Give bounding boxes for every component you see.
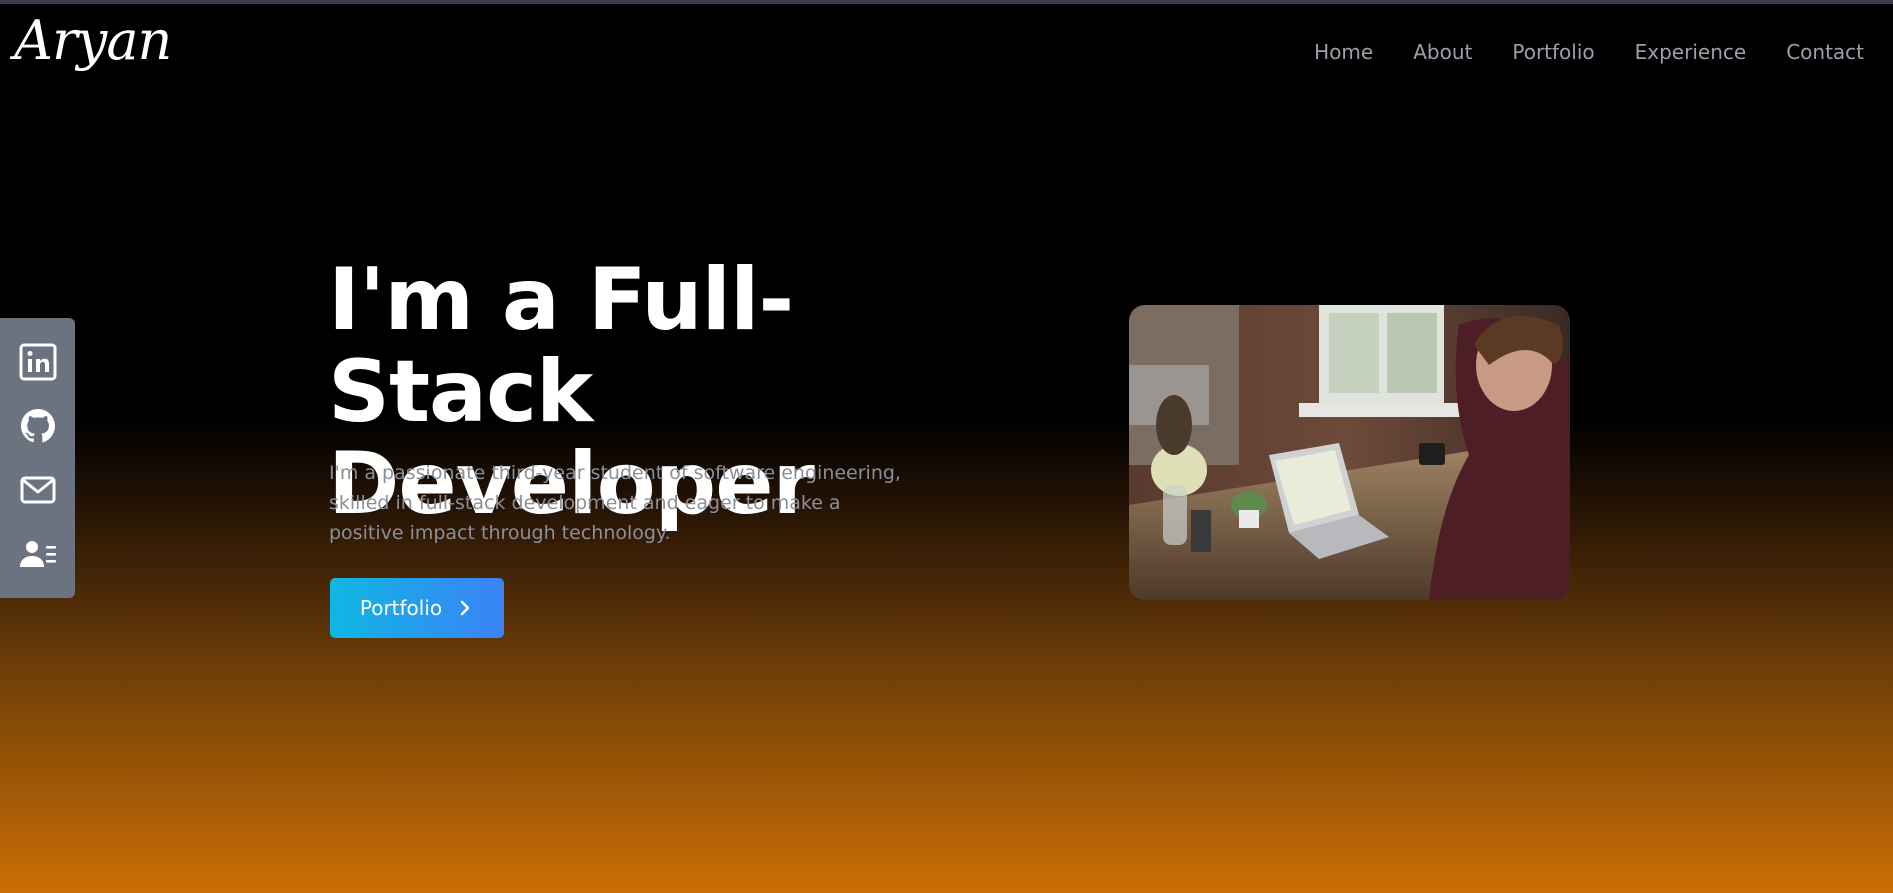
nav-contact[interactable]: Contact [1786,40,1864,64]
nav-home[interactable]: Home [1314,40,1373,64]
mail-link[interactable] [18,470,58,510]
hero-description: I'm a passionate third-year student of s… [329,462,901,544]
hero-image [1129,305,1570,600]
github-link[interactable] [18,406,58,446]
chevron-right-icon [460,600,470,616]
top-border [0,0,1893,4]
github-icon [20,409,55,443]
mail-icon [20,476,55,504]
social-sidebar [0,318,75,598]
nav-experience[interactable]: Experience [1635,40,1747,64]
logo[interactable]: Aryan [14,14,172,68]
hero-title-line-1: I'm a Full-Stack [328,250,794,442]
resume-link[interactable] [18,534,58,574]
workspace-photo [1129,305,1570,600]
portfolio-button[interactable]: Portfolio [330,578,504,638]
main-nav: Home About Portfolio Experience Contact [1314,40,1864,64]
nav-about[interactable]: About [1413,40,1472,64]
resume-icon [19,541,56,567]
portfolio-button-label: Portfolio [359,596,443,620]
nav-portfolio[interactable]: Portfolio [1512,40,1594,64]
linkedin-icon [19,343,56,381]
linkedin-link[interactable] [18,342,58,382]
